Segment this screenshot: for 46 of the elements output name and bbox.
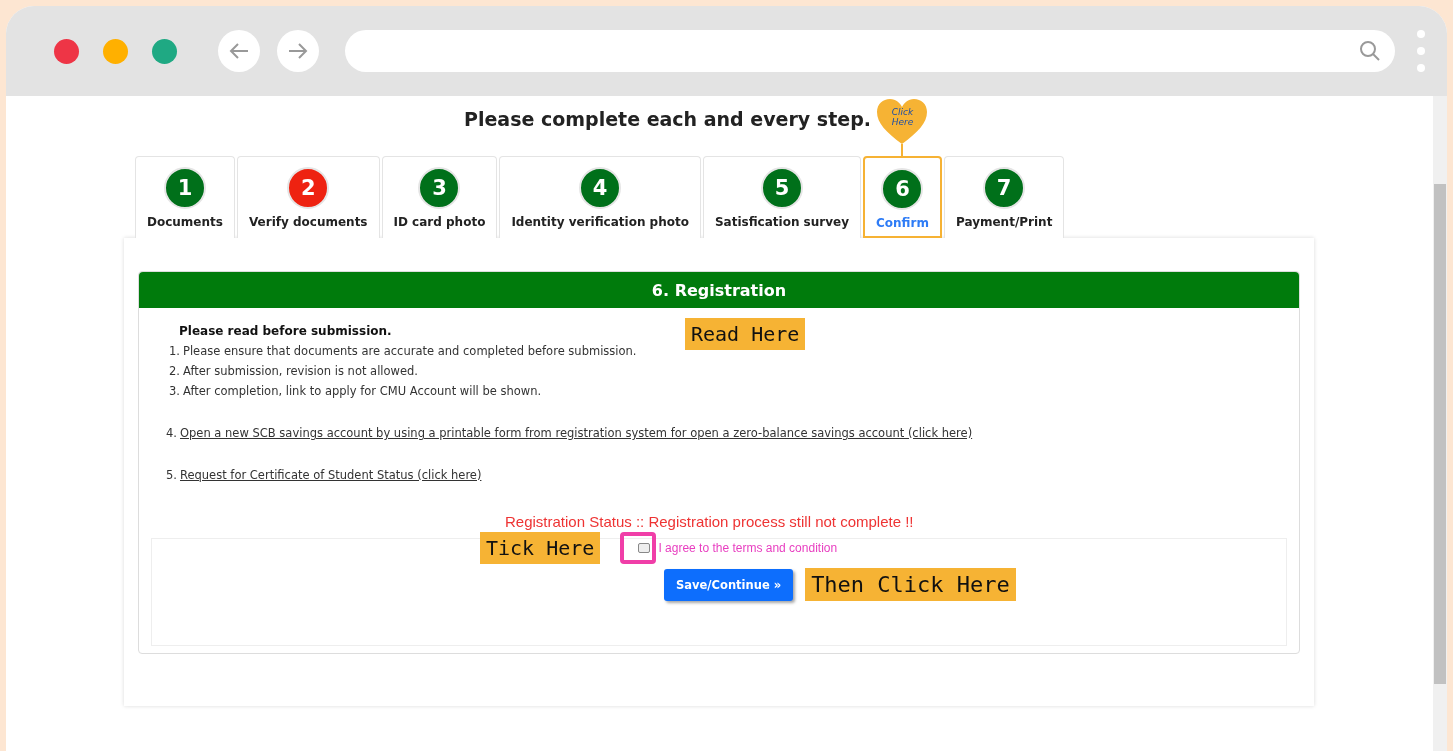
scrollbar[interactable] (1433, 96, 1447, 751)
forward-button[interactable] (277, 30, 319, 72)
note-text: After completion, link to apply for CMU Account will be shown. (183, 384, 542, 398)
note-link[interactable]: Request for Certificate of Student Status (click here) (180, 468, 482, 482)
minimize-window-icon[interactable] (103, 38, 128, 64)
notice-title: Please read before submission. (179, 324, 392, 338)
step-tab[interactable]: 7 Payment/Print (943, 156, 1065, 238)
list-number: 3. (169, 384, 180, 398)
step-tab[interactable]: 3 ID card photo (381, 156, 498, 238)
step-number: 6 (881, 168, 924, 210)
step-number: 5 (761, 167, 803, 209)
read-here-label: Read Here (685, 318, 806, 350)
agree-label: I agree to the terms and condition (658, 541, 838, 555)
tick-here-label: Tick Here (480, 532, 601, 564)
maximize-window-icon[interactable] (152, 38, 177, 64)
list-number: 4. (166, 426, 177, 440)
step-number: 1 (163, 167, 206, 209)
search-icon[interactable] (1359, 40, 1381, 62)
list-number: 2. (169, 364, 180, 378)
arrow-left-icon (228, 42, 250, 60)
step-tab[interactable]: 6 Confirm (863, 156, 942, 238)
step-tab[interactable]: 2 Verify documents (236, 156, 380, 238)
step-number: 2 (287, 167, 330, 209)
save-continue-button[interactable]: Save/Continue » (664, 568, 794, 601)
step-tab[interactable]: 1 Documents (135, 156, 235, 238)
back-button[interactable] (218, 30, 260, 72)
step-tab[interactable]: 4 Identity verification photo (499, 156, 701, 238)
step-number: 4 (579, 167, 622, 209)
step-tab[interactable]: 5 Satisfication survey (702, 156, 861, 238)
step-number: 3 (418, 167, 461, 209)
page-heading: Please complete each and every step. (464, 108, 871, 132)
note-text: After submission, revision is not allowed. (183, 364, 418, 378)
heart-icon (876, 98, 929, 146)
close-window-icon[interactable] (54, 38, 79, 64)
list-number: 5. (166, 468, 177, 482)
note-link[interactable]: Open a new SCB savings account by using a printable form from registration system for open a zero-balance savings account (click here) (180, 426, 973, 440)
agree-checkbox[interactable] (638, 543, 651, 553)
arrow-right-icon (287, 42, 309, 60)
leader-line (901, 144, 904, 156)
then-click-here-label: Then Click Here (805, 568, 1016, 601)
registration-status: Registration Status :: Registration process still not complete !! (505, 513, 914, 530)
list-number: 1. (169, 344, 180, 358)
section-header: 6. Registration (139, 272, 1299, 308)
note-text: Please ensure that documents are accurate and completed before submission. (183, 344, 637, 358)
callout-text: Click Here (890, 107, 915, 127)
step-number: 7 (983, 167, 1026, 209)
